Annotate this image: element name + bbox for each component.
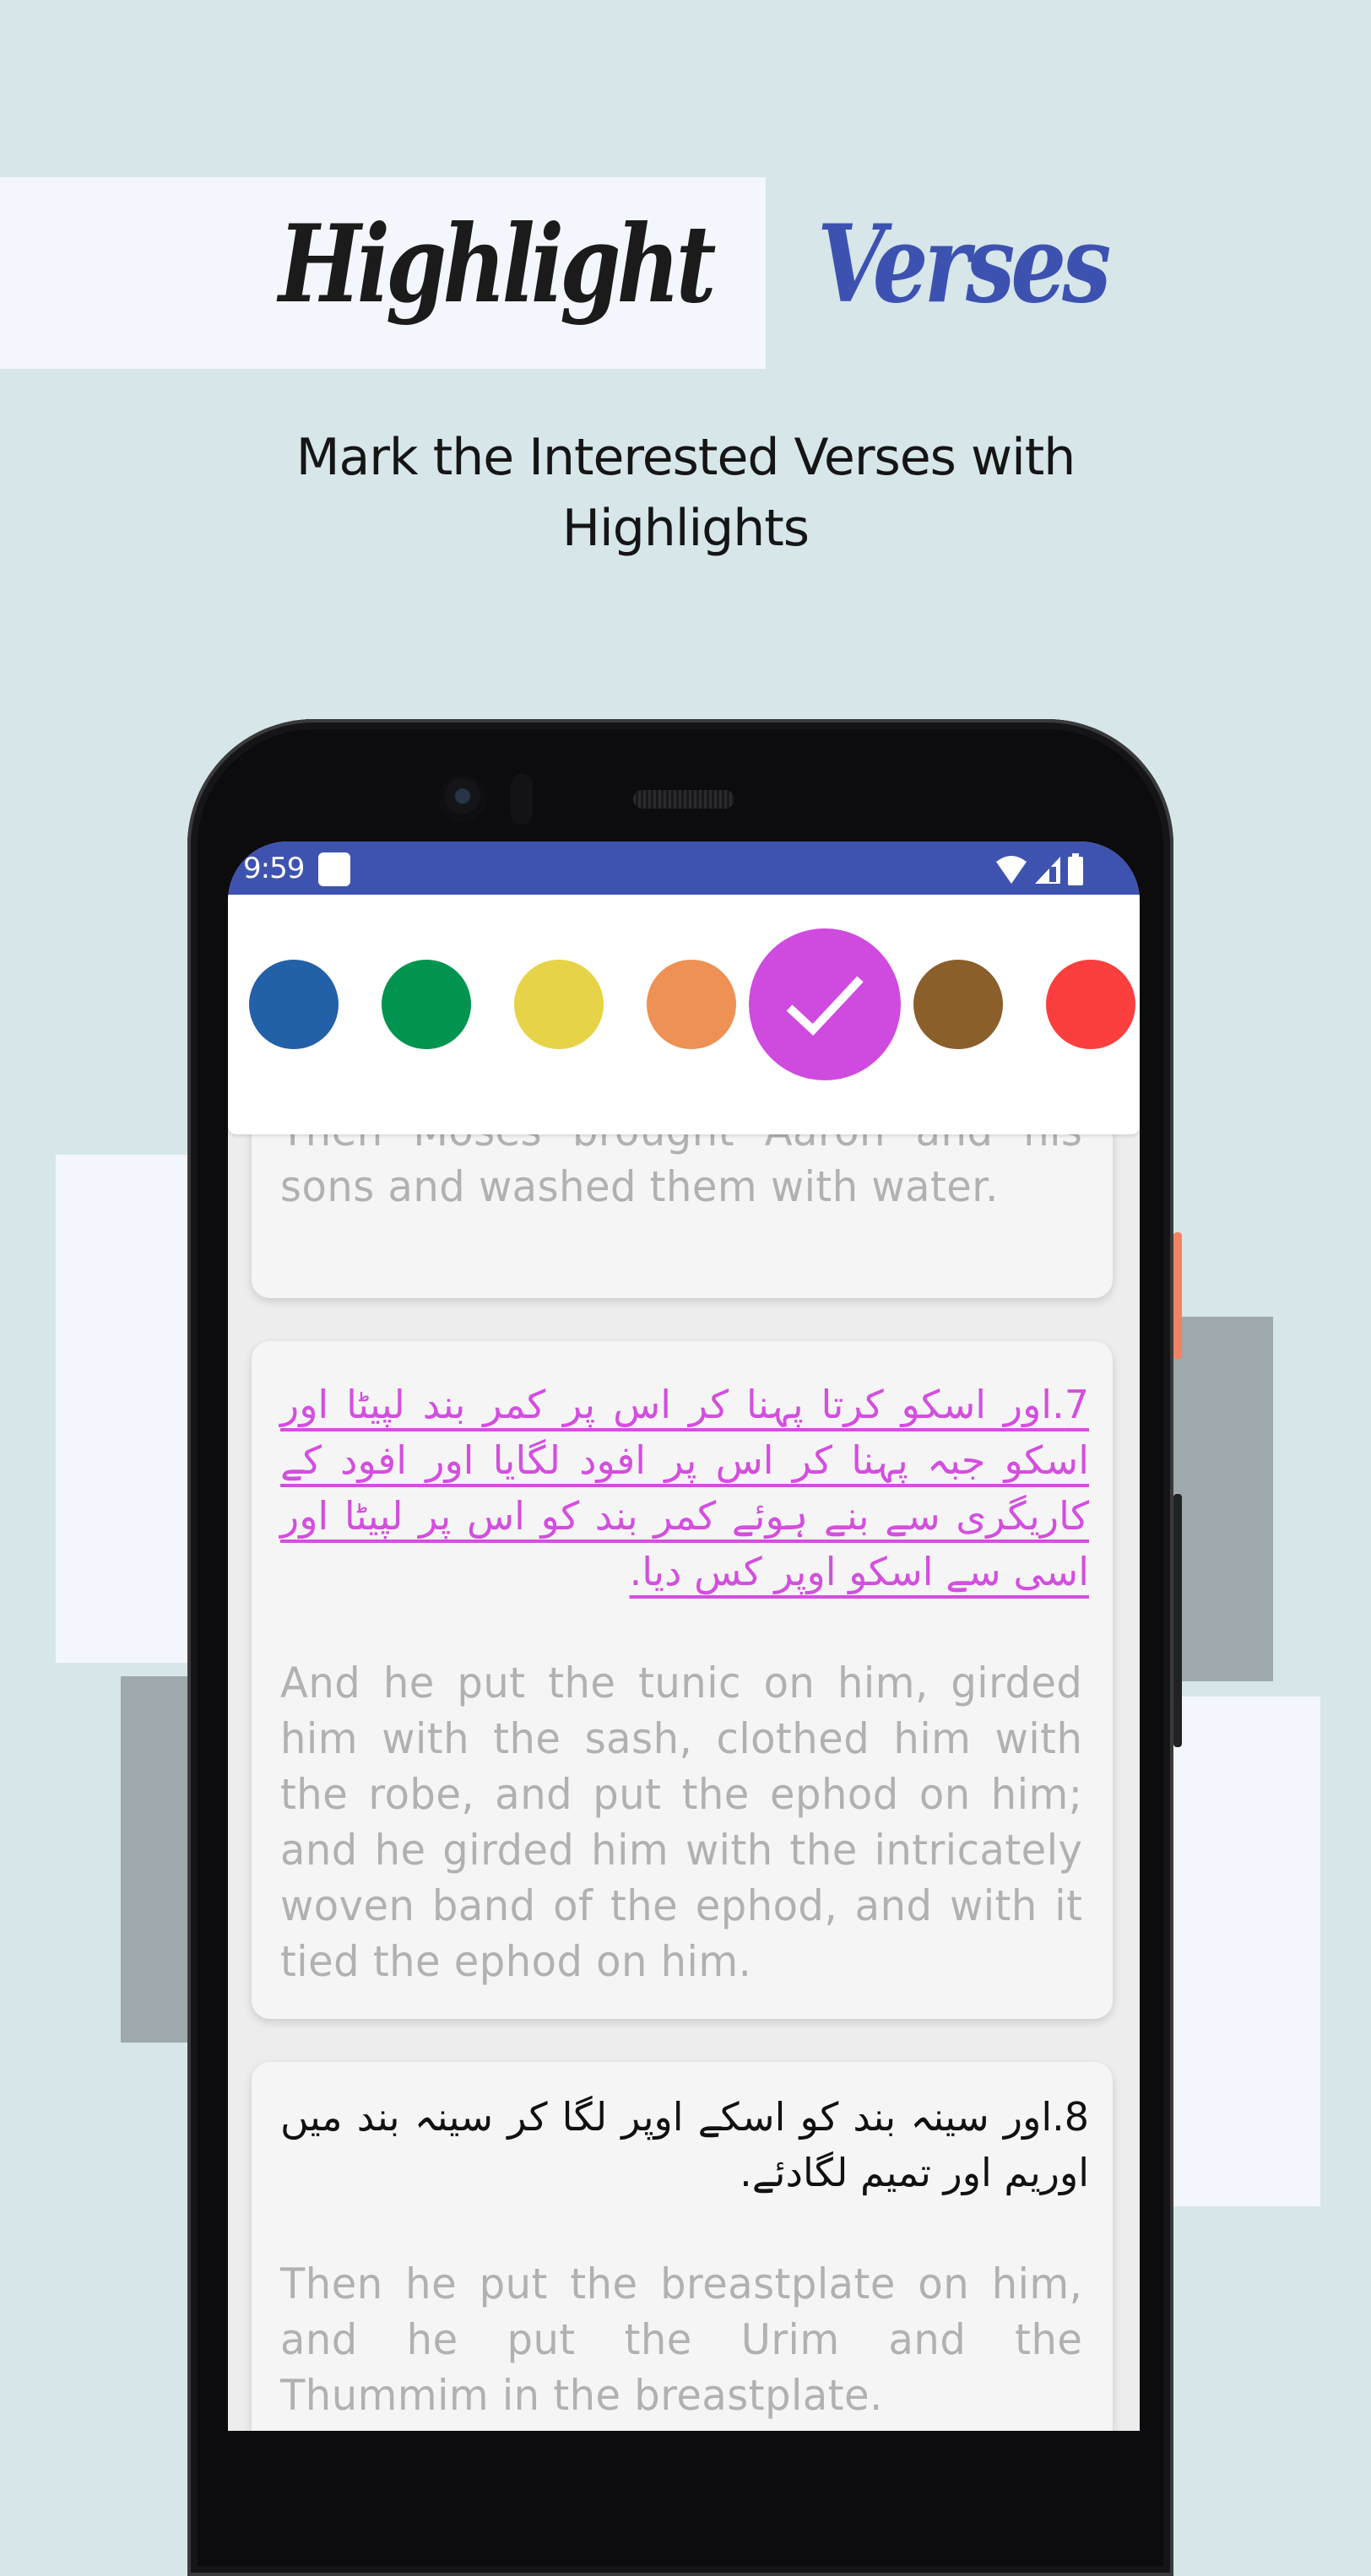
notification-icon xyxy=(318,852,350,886)
status-bar: 9:59 xyxy=(228,842,1140,895)
color-swatch-magenta[interactable] xyxy=(749,928,901,1080)
signal-icon xyxy=(1035,857,1060,884)
camera-icon xyxy=(439,775,486,822)
verse-english-text: Then he put the breastplate on him, and … xyxy=(280,2259,1083,2420)
color-swatch-orange[interactable] xyxy=(647,960,736,1049)
wifi-icon xyxy=(996,856,1027,884)
phone-screen: 9:59 Then Moses brought Aaron and his so… xyxy=(228,842,1140,2431)
subtitle: Mark the Interested Verses with Highligh… xyxy=(0,422,1371,564)
verse-english-text: And he put the tunic on him, girded him … xyxy=(280,1659,1083,1986)
color-swatch-yellow[interactable] xyxy=(514,960,604,1049)
color-swatch-blue[interactable] xyxy=(249,960,339,1049)
speaker-grille xyxy=(633,790,734,809)
sensor-icon xyxy=(511,774,533,825)
title-word-highlight: Highlight xyxy=(279,202,716,327)
title-word-verses: Verses xyxy=(817,202,1111,327)
color-swatch-green[interactable] xyxy=(382,960,471,1049)
verse-urdu-text: 7.اور اسکو کرتا پہنا کر اس پر کمر بند لپ… xyxy=(280,1382,1089,1594)
status-icons xyxy=(994,853,1084,887)
color-swatch-brown[interactable] xyxy=(913,960,1003,1049)
decor-rect-right-gray xyxy=(1173,1317,1273,1681)
verse-urdu-text: 8.اور سینہ بند کو اسکے اوپر لگا کر سینہ … xyxy=(280,2094,1089,2195)
volume-button xyxy=(1173,1494,1182,1747)
subtitle-text: Mark the Interested Verses with Highligh… xyxy=(295,428,1076,558)
verse-card[interactable]: 8.اور سینہ بند کو اسکے اوپر لگا کر سینہ … xyxy=(252,2062,1113,2431)
highlight-color-palette xyxy=(228,895,1140,1134)
battery-icon xyxy=(1068,853,1083,885)
color-swatch-red[interactable] xyxy=(1046,960,1135,1049)
decor-rect-right-light xyxy=(1173,1697,1320,2206)
verse-card[interactable]: 7.اور اسکو کرتا پہنا کر اس پر کمر بند لپ… xyxy=(252,1341,1113,2019)
checkmark-icon xyxy=(786,976,864,1036)
power-button xyxy=(1173,1232,1182,1359)
status-time: 9:59 xyxy=(243,852,305,885)
